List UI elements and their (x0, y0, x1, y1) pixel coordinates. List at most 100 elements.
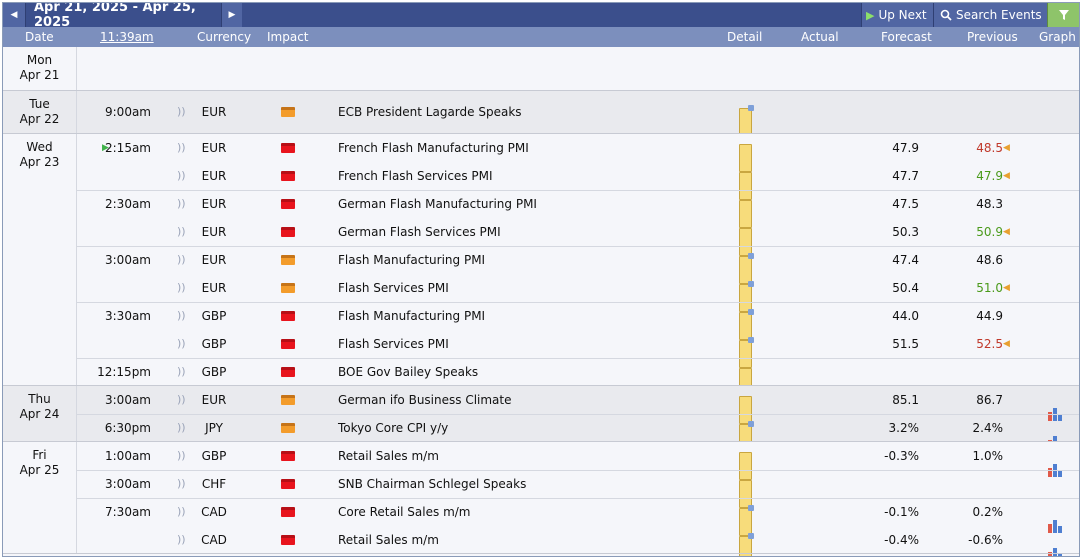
sound-alert-icon[interactable]: )) (177, 498, 186, 526)
event-time (77, 218, 151, 246)
event-title[interactable]: French Flash Manufacturing PMI (338, 134, 529, 162)
day-date: Apr 23 (19, 155, 60, 169)
event-row[interactable]: 3:30am)) GBP Flash Manufacturing PMI 44.0 44… (77, 302, 1079, 340)
sound-alert-icon[interactable]: )) (177, 134, 186, 162)
event-row[interactable]: 6:30pm)) JPY Tokyo Core CPI y/y 3.2% 2.4% (77, 414, 1079, 452)
current-time-link[interactable]: 11:39am (100, 27, 154, 47)
prev-week-button[interactable]: ◀ (3, 3, 26, 27)
event-row[interactable]: 3:00am)) EUR German ifo Business Climate 85… (77, 386, 1079, 424)
sound-alert-icon[interactable]: )) (177, 302, 186, 330)
sound-alert-icon[interactable]: )) (177, 442, 186, 470)
filter-button[interactable] (1047, 3, 1079, 27)
sound-alert-icon[interactable]: )) (177, 470, 186, 498)
event-currency: EUR (201, 105, 227, 119)
next-week-button[interactable]: ▶ (221, 3, 242, 27)
sound-alert-icon[interactable]: )) (177, 246, 186, 274)
previous-value (941, 98, 1003, 126)
impact-folder-icon[interactable] (281, 107, 295, 117)
event-row[interactable]: 3:00am)) CHF SNB Chairman Schlegel Speaks (77, 470, 1079, 508)
event-title[interactable]: German ifo Business Climate (338, 386, 512, 414)
date-range-label[interactable]: Apr 21, 2025 - Apr 25, 2025 (26, 3, 220, 30)
revision-arrow-icon: ◀ (1003, 283, 1010, 293)
day-label: Fri Apr 25 (3, 442, 77, 554)
date-column-header: Date (25, 30, 54, 44)
sound-alert-icon[interactable]: )) (177, 162, 186, 190)
sound-alert-icon[interactable]: )) (177, 414, 186, 442)
event-row[interactable]: 9:00am)) EUR ECB President Lagarde Speaks (77, 98, 1079, 136)
event-title[interactable]: Retail Sales m/m (338, 526, 439, 554)
sound-alert-icon[interactable]: )) (177, 330, 186, 358)
up-next-button[interactable]: ▶ Up Next (861, 3, 933, 27)
event-title[interactable]: Flash Services PMI (338, 330, 449, 358)
event-row[interactable]: 7:30am)) CAD Core Retail Sales m/m -0.1% 0.2… (77, 498, 1079, 536)
forecast-value: 47.4 (892, 253, 919, 267)
revision-arrow-icon: ◀ (1003, 143, 1010, 153)
event-title[interactable]: German Flash Manufacturing PMI (338, 190, 537, 218)
search-icon (940, 9, 952, 21)
sound-alert-icon[interactable]: )) (177, 274, 186, 302)
impact-folder-icon[interactable] (281, 227, 295, 237)
event-currency: CAD (201, 505, 227, 519)
impact-folder-icon[interactable] (281, 507, 295, 517)
event-row[interactable]: )) EUR German Flash Services PMI 50.3 50.9 ◀ (77, 218, 1079, 256)
event-title[interactable]: Tokyo Core CPI y/y (338, 414, 448, 442)
event-title[interactable]: Flash Manufacturing PMI (338, 302, 485, 330)
day-date: Apr 22 (19, 112, 60, 126)
event-title[interactable]: German Flash Services PMI (338, 218, 501, 246)
event-currency: GBP (201, 309, 227, 323)
sound-alert-icon[interactable]: )) (177, 190, 186, 218)
event-row[interactable]: 3:00am)) EUR Flash Manufacturing PMI 47.4 48… (77, 246, 1079, 284)
day-date: Apr 25 (19, 463, 60, 477)
event-row[interactable]: )) EUR Flash Services PMI 50.4 51.0 ◀ (77, 274, 1079, 312)
sound-alert-icon[interactable]: )) (177, 526, 186, 554)
impact-folder-icon[interactable] (281, 395, 295, 405)
sound-alert-icon[interactable]: )) (177, 358, 186, 386)
impact-folder-icon[interactable] (281, 255, 295, 265)
event-title[interactable]: SNB Chairman Schlegel Speaks (338, 470, 526, 498)
event-row[interactable]: 12:15pm)) GBP BOE Gov Bailey Speaks (77, 358, 1079, 396)
impact-folder-icon[interactable] (281, 199, 295, 209)
impact-folder-icon[interactable] (281, 283, 295, 293)
event-row[interactable]: )) EUR French Flash Services PMI 47.7 47.9 ◀ (77, 162, 1079, 200)
impact-folder-icon[interactable] (281, 423, 295, 433)
event-currency: GBP (201, 365, 227, 379)
impact-folder-icon[interactable] (281, 311, 295, 321)
event-time: 7:30am (105, 505, 151, 519)
day-divider (3, 553, 1079, 554)
forecast-value: 51.5 (892, 337, 919, 351)
event-title[interactable]: Flash Services PMI (338, 274, 449, 302)
impact-folder-icon[interactable] (281, 451, 295, 461)
event-title[interactable]: French Flash Services PMI (338, 162, 493, 190)
search-events-button[interactable]: Search Events (933, 3, 1047, 27)
impact-folder-icon[interactable] (281, 535, 295, 545)
event-title[interactable]: ECB President Lagarde Speaks (338, 98, 522, 126)
event-row[interactable]: 1:00am)) GBP Retail Sales m/m -0.3% 1.0% (77, 442, 1079, 480)
impact-folder-icon[interactable] (281, 171, 295, 181)
event-row[interactable]: 2:30am)) EUR German Flash Manufacturing PM… (77, 190, 1079, 228)
previous-value: 48.3 (976, 197, 1003, 211)
event-time: 6:30pm (104, 421, 151, 435)
event-title[interactable]: Flash Manufacturing PMI (338, 246, 485, 274)
event-row[interactable]: )) GBP Flash Services PMI 51.5 52.5 ◀ (77, 330, 1079, 368)
event-currency: GBP (201, 337, 227, 351)
day-of-week: Thu (28, 392, 51, 406)
event-row[interactable]: ▶ 2:15am)) EUR French Flash Manufacturing P… (77, 134, 1079, 172)
event-title[interactable]: Core Retail Sales m/m (338, 498, 471, 526)
event-row[interactable]: )) CAD Retail Sales m/m -0.4% -0.6% (77, 526, 1079, 556)
impact-folder-icon[interactable] (281, 143, 295, 153)
detail-folder-icon[interactable] (739, 105, 754, 136)
impact-folder-icon[interactable] (281, 339, 295, 349)
forecast-value: 47.7 (892, 169, 919, 183)
impact-folder-icon[interactable] (281, 479, 295, 489)
event-title[interactable]: BOE Gov Bailey Speaks (338, 358, 478, 386)
sound-alert-icon[interactable]: )) (177, 98, 186, 126)
impact-folder-icon[interactable] (281, 367, 295, 377)
sound-alert-icon[interactable]: )) (177, 386, 186, 414)
previous-value: 52.5 (976, 337, 1003, 351)
chevron-right-icon: ▶ (228, 10, 236, 20)
sound-alert-icon[interactable]: )) (177, 218, 186, 246)
forecast-value: 3.2% (888, 421, 920, 435)
previous-value: 44.9 (976, 309, 1003, 323)
event-title[interactable]: Retail Sales m/m (338, 442, 439, 470)
play-icon: ▶ (866, 8, 875, 22)
